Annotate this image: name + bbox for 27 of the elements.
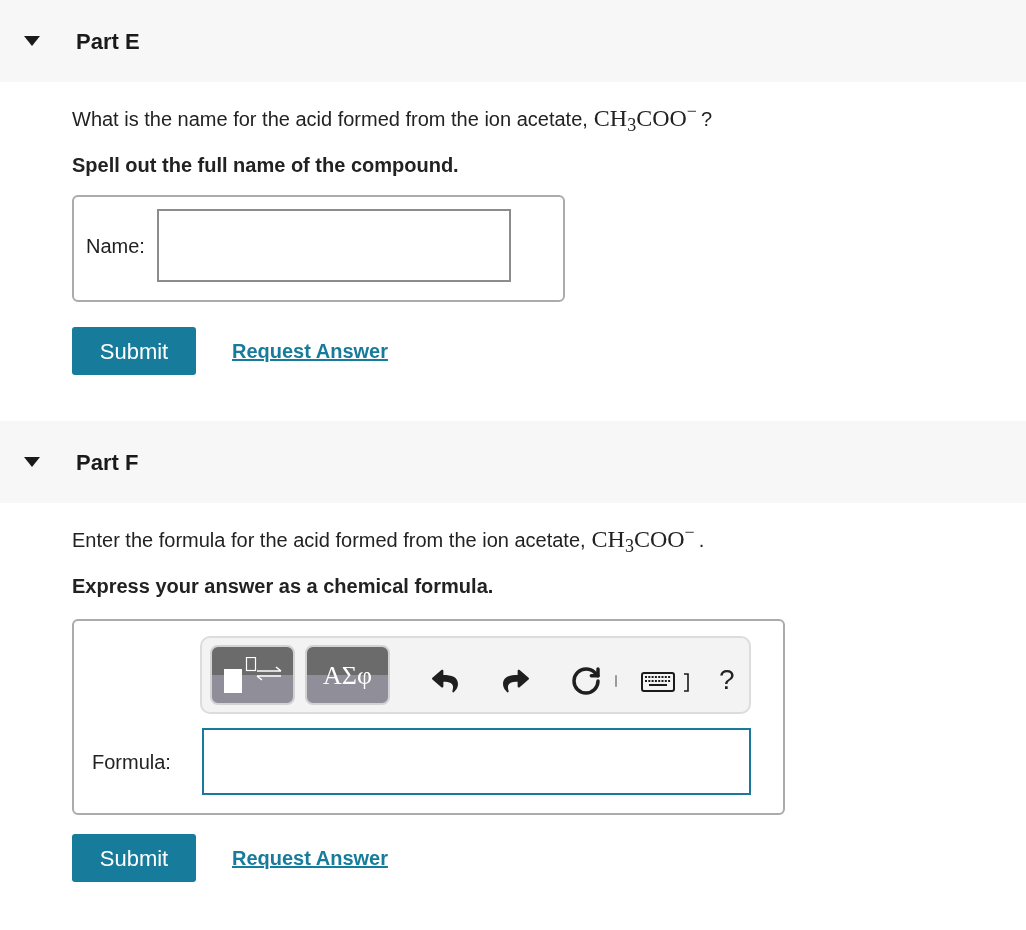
submit-button[interactable]: Submit bbox=[72, 327, 196, 375]
symbols-button[interactable]: ΑΣφ bbox=[305, 645, 390, 705]
field-label: Name: bbox=[86, 233, 145, 259]
undo-icon[interactable] bbox=[432, 668, 458, 694]
template-icon bbox=[223, 657, 282, 693]
field-label: Formula: bbox=[92, 749, 172, 775]
name-input[interactable] bbox=[156, 209, 511, 282]
caret-icon[interactable] bbox=[24, 457, 40, 467]
question-text: What is the name for the acid formed from the ion acetate, CH$_{3}$COO$^{−}$ ? bbox=[72, 104, 714, 133]
submit-button[interactable]: Submit bbox=[72, 834, 196, 882]
templates-button[interactable] bbox=[210, 645, 295, 705]
request-answer-link[interactable]: Request Answer bbox=[232, 336, 388, 366]
question-text: Enter the formula for the acid formed from the ion acetate, CH$_{3}$COO$^{−}$ . bbox=[72, 525, 706, 554]
instruction-text: Spell out the full name of the compound. bbox=[72, 153, 460, 178]
keyboard-icon[interactable] bbox=[641, 672, 675, 692]
part-header[interactable]: Part E bbox=[0, 0, 1026, 82]
instruction-text: Express your answer as a chemical formula. bbox=[72, 574, 495, 599]
redo-icon[interactable] bbox=[503, 668, 529, 694]
request-answer-link[interactable]: Request Answer bbox=[232, 843, 388, 873]
caret-icon[interactable] bbox=[24, 36, 40, 46]
formula-input[interactable] bbox=[202, 728, 751, 795]
part-title: Part F bbox=[76, 448, 139, 477]
reset-icon[interactable] bbox=[570, 665, 602, 697]
help-button[interactable]: ? bbox=[719, 665, 735, 695]
bracket-icon bbox=[684, 672, 689, 692]
part-title: Part E bbox=[76, 27, 140, 56]
part-header[interactable]: Part F bbox=[0, 421, 1026, 503]
